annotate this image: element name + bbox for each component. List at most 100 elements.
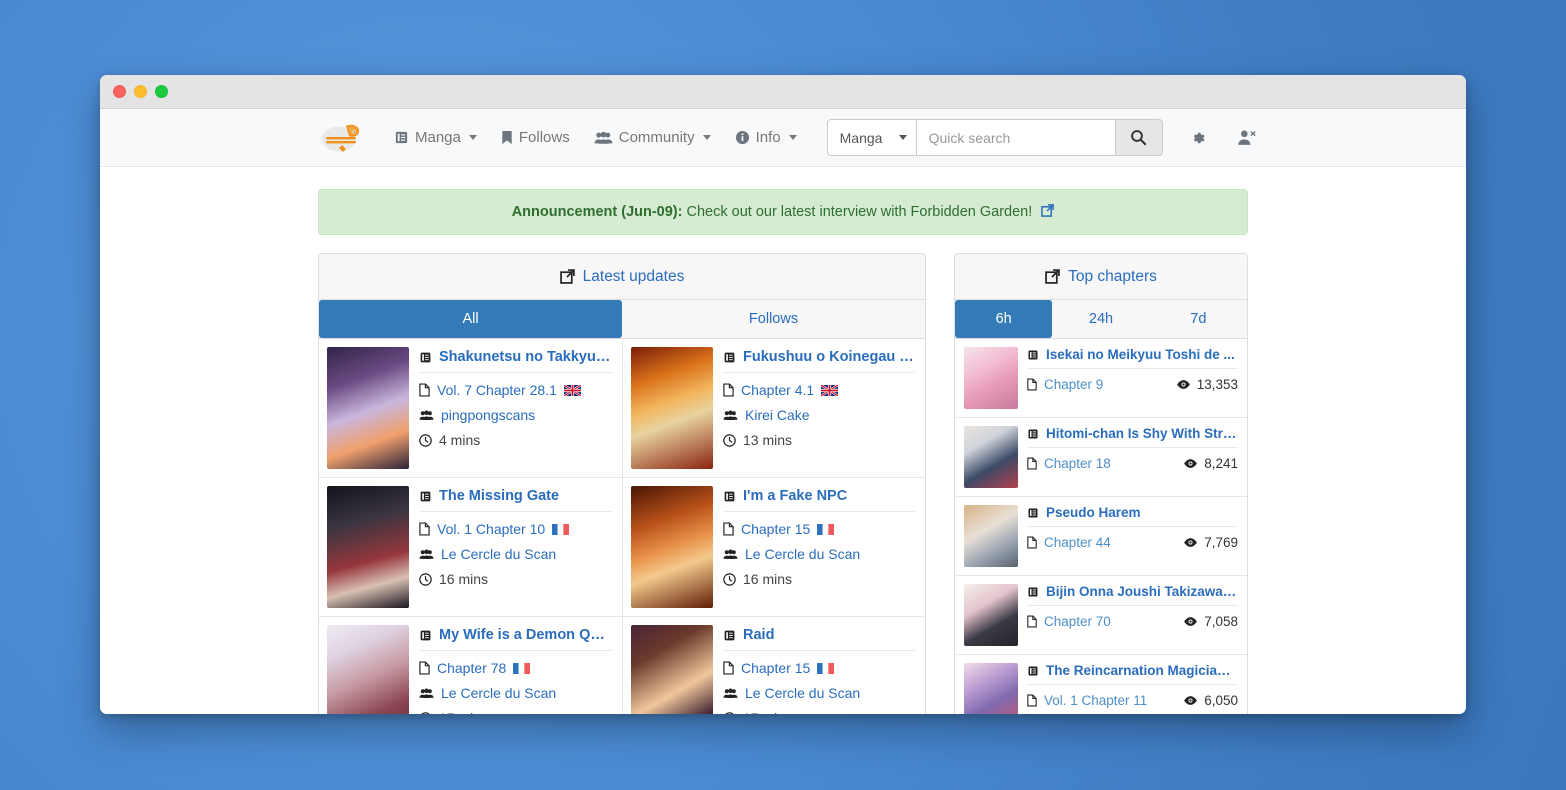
file-icon: [723, 661, 734, 675]
latest-updates-header[interactable]: Latest updates: [319, 254, 925, 300]
eye-icon: [1183, 537, 1198, 548]
chapter-line[interactable]: Chapter 4.1: [723, 382, 915, 398]
group-label: Le Cercle du Scan: [441, 546, 557, 562]
account-menu-button[interactable]: [1227, 121, 1273, 154]
search-input[interactable]: [916, 119, 1115, 156]
manga-cover-thumbnail[interactable]: [327, 625, 409, 714]
file-icon: [1027, 457, 1037, 470]
site-logo[interactable]: [320, 119, 364, 157]
manga-title-link[interactable]: The Missing Gate: [419, 488, 612, 512]
list-item: Isekai no Meikyuu Toshi de ... Chapter 9: [955, 339, 1247, 418]
eye-icon: [1183, 458, 1198, 469]
manga-cover-thumbnail[interactable]: [964, 505, 1018, 567]
manga-title-link[interactable]: Isekai no Meikyuu Toshi de ...: [1027, 347, 1238, 369]
clock-icon: [723, 433, 736, 447]
nav-item-info[interactable]: Info: [723, 121, 809, 154]
manga-cover-thumbnail[interactable]: [631, 486, 713, 608]
flag-fr-icon: [552, 523, 570, 535]
chapter-line[interactable]: Chapter 9: [1027, 377, 1103, 392]
book-icon: [419, 629, 432, 642]
chapter-line[interactable]: Chapter 78: [419, 660, 612, 676]
chapter-label: Chapter 44: [1044, 535, 1111, 550]
list-item: Raid Chapter 15 Le Cercle du Scan: [622, 617, 925, 714]
book-icon: [1027, 586, 1039, 598]
manga-cover-thumbnail[interactable]: [964, 347, 1018, 409]
manga-cover-thumbnail[interactable]: [964, 426, 1018, 488]
group-line[interactable]: Le Cercle du Scan: [419, 546, 612, 562]
search-scope-select[interactable]: Manga: [826, 119, 917, 156]
group-line[interactable]: Le Cercle du Scan: [723, 685, 915, 701]
search-button[interactable]: [1114, 119, 1163, 156]
manga-title-link[interactable]: Bijin Onna Joushi Takizawa-...: [1027, 584, 1238, 606]
close-window-button[interactable]: [113, 85, 126, 98]
book-icon: [1027, 665, 1039, 677]
top-chapters-panel: Top chapters 6h 24h 7d Isekai no Meikyuu…: [954, 253, 1248, 714]
nav-item-manga-label: Manga: [415, 129, 461, 146]
tab-7d[interactable]: 7d: [1150, 300, 1247, 338]
settings-button[interactable]: [1179, 121, 1217, 155]
group-line[interactable]: Le Cercle du Scan: [419, 685, 612, 701]
list-item: The Missing Gate Vol. 1 Chapter 10 Le Ce…: [319, 478, 622, 616]
tab-24h[interactable]: 24h: [1052, 300, 1149, 338]
time-label: 13 mins: [743, 432, 793, 448]
manga-title-link[interactable]: Shakunetsu no Takkyuu ...: [419, 349, 612, 373]
chapter-line[interactable]: Chapter 44: [1027, 535, 1111, 550]
book-icon: [394, 130, 409, 145]
minimize-window-button[interactable]: [134, 85, 147, 98]
manga-cover-thumbnail[interactable]: [631, 625, 713, 714]
tab-all[interactable]: All: [319, 300, 622, 338]
manga-cover-thumbnail[interactable]: [964, 584, 1018, 646]
nav-item-manga[interactable]: Manga: [382, 121, 489, 154]
manga-title-link[interactable]: Raid: [723, 627, 915, 651]
group-line[interactable]: pingpongscans: [419, 407, 612, 423]
manga-title-link[interactable]: Pseudo Harem: [1027, 505, 1238, 527]
chapter-line[interactable]: Chapter 15: [723, 521, 915, 537]
chapter-line[interactable]: Vol. 1 Chapter 11: [1027, 693, 1147, 708]
file-icon: [1027, 378, 1037, 391]
group-line[interactable]: Le Cercle du Scan: [723, 546, 915, 562]
manga-title-link[interactable]: My Wife is a Demon Queen: [419, 627, 612, 651]
manga-title-link[interactable]: I'm a Fake NPC: [723, 488, 915, 512]
chapter-line[interactable]: Vol. 1 Chapter 10: [419, 521, 612, 537]
flag-fr-icon: [817, 523, 835, 535]
manga-title-link[interactable]: Hitomi-chan Is Shy With Stra...: [1027, 426, 1238, 448]
users-icon: [594, 131, 613, 145]
views-label: 7,058: [1204, 614, 1238, 629]
manga-cover-thumbnail[interactable]: [327, 486, 409, 608]
chapter-line[interactable]: Vol. 7 Chapter 28.1: [419, 382, 612, 398]
manga-title-text: Isekai no Meikyuu Toshi de ...: [1046, 347, 1235, 362]
announcement-prefix: Announcement (Jun-09):: [511, 204, 683, 220]
top-chapters-header[interactable]: Top chapters: [955, 254, 1247, 300]
maximize-window-button[interactable]: [155, 85, 168, 98]
tab-follows[interactable]: Follows: [622, 300, 925, 338]
file-icon: [419, 661, 430, 675]
announcement-banner[interactable]: Announcement (Jun-09): Check out our lat…: [318, 189, 1248, 235]
manga-cover-thumbnail[interactable]: [327, 347, 409, 469]
group-line[interactable]: Kirei Cake: [723, 407, 915, 423]
tab-6h[interactable]: 6h: [955, 300, 1053, 338]
nav-item-follows[interactable]: Follows: [489, 121, 582, 154]
chevron-down-icon: [702, 135, 711, 140]
time-line: 16 mins: [419, 571, 612, 587]
users-icon: [723, 688, 738, 699]
chapter-line[interactable]: Chapter 15: [723, 660, 915, 676]
list-item: Pseudo Harem Chapter 44 7,769: [955, 497, 1247, 576]
chapter-label: Chapter 70: [1044, 614, 1111, 629]
nav-item-community[interactable]: Community: [582, 121, 723, 154]
manga-title-link[interactable]: Fukushuu o Koinegau Sa...: [723, 349, 915, 373]
views-label: 6,050: [1204, 693, 1238, 708]
nav-item-follows-label: Follows: [518, 129, 570, 146]
manga-cover-thumbnail[interactable]: [964, 663, 1018, 714]
manga-title-link[interactable]: The Reincarnation Magician ...: [1027, 663, 1238, 685]
manga-cover-thumbnail[interactable]: [631, 347, 713, 469]
latest-updates-panel: Latest updates All Follows Shakunetsu no…: [318, 253, 926, 714]
chapter-label: Vol. 1 Chapter 11: [1044, 693, 1148, 708]
chapter-line[interactable]: Chapter 18: [1027, 456, 1111, 471]
chapter-label: Chapter 18: [1044, 456, 1111, 471]
user-times-icon: [1237, 129, 1259, 146]
chapter-line[interactable]: Chapter 70: [1027, 614, 1111, 629]
views-count: 13,353: [1176, 377, 1238, 392]
top-chapters-list: Isekai no Meikyuu Toshi de ... Chapter 9: [955, 339, 1247, 714]
flag-gb-icon: [821, 384, 839, 396]
book-icon: [723, 490, 736, 503]
